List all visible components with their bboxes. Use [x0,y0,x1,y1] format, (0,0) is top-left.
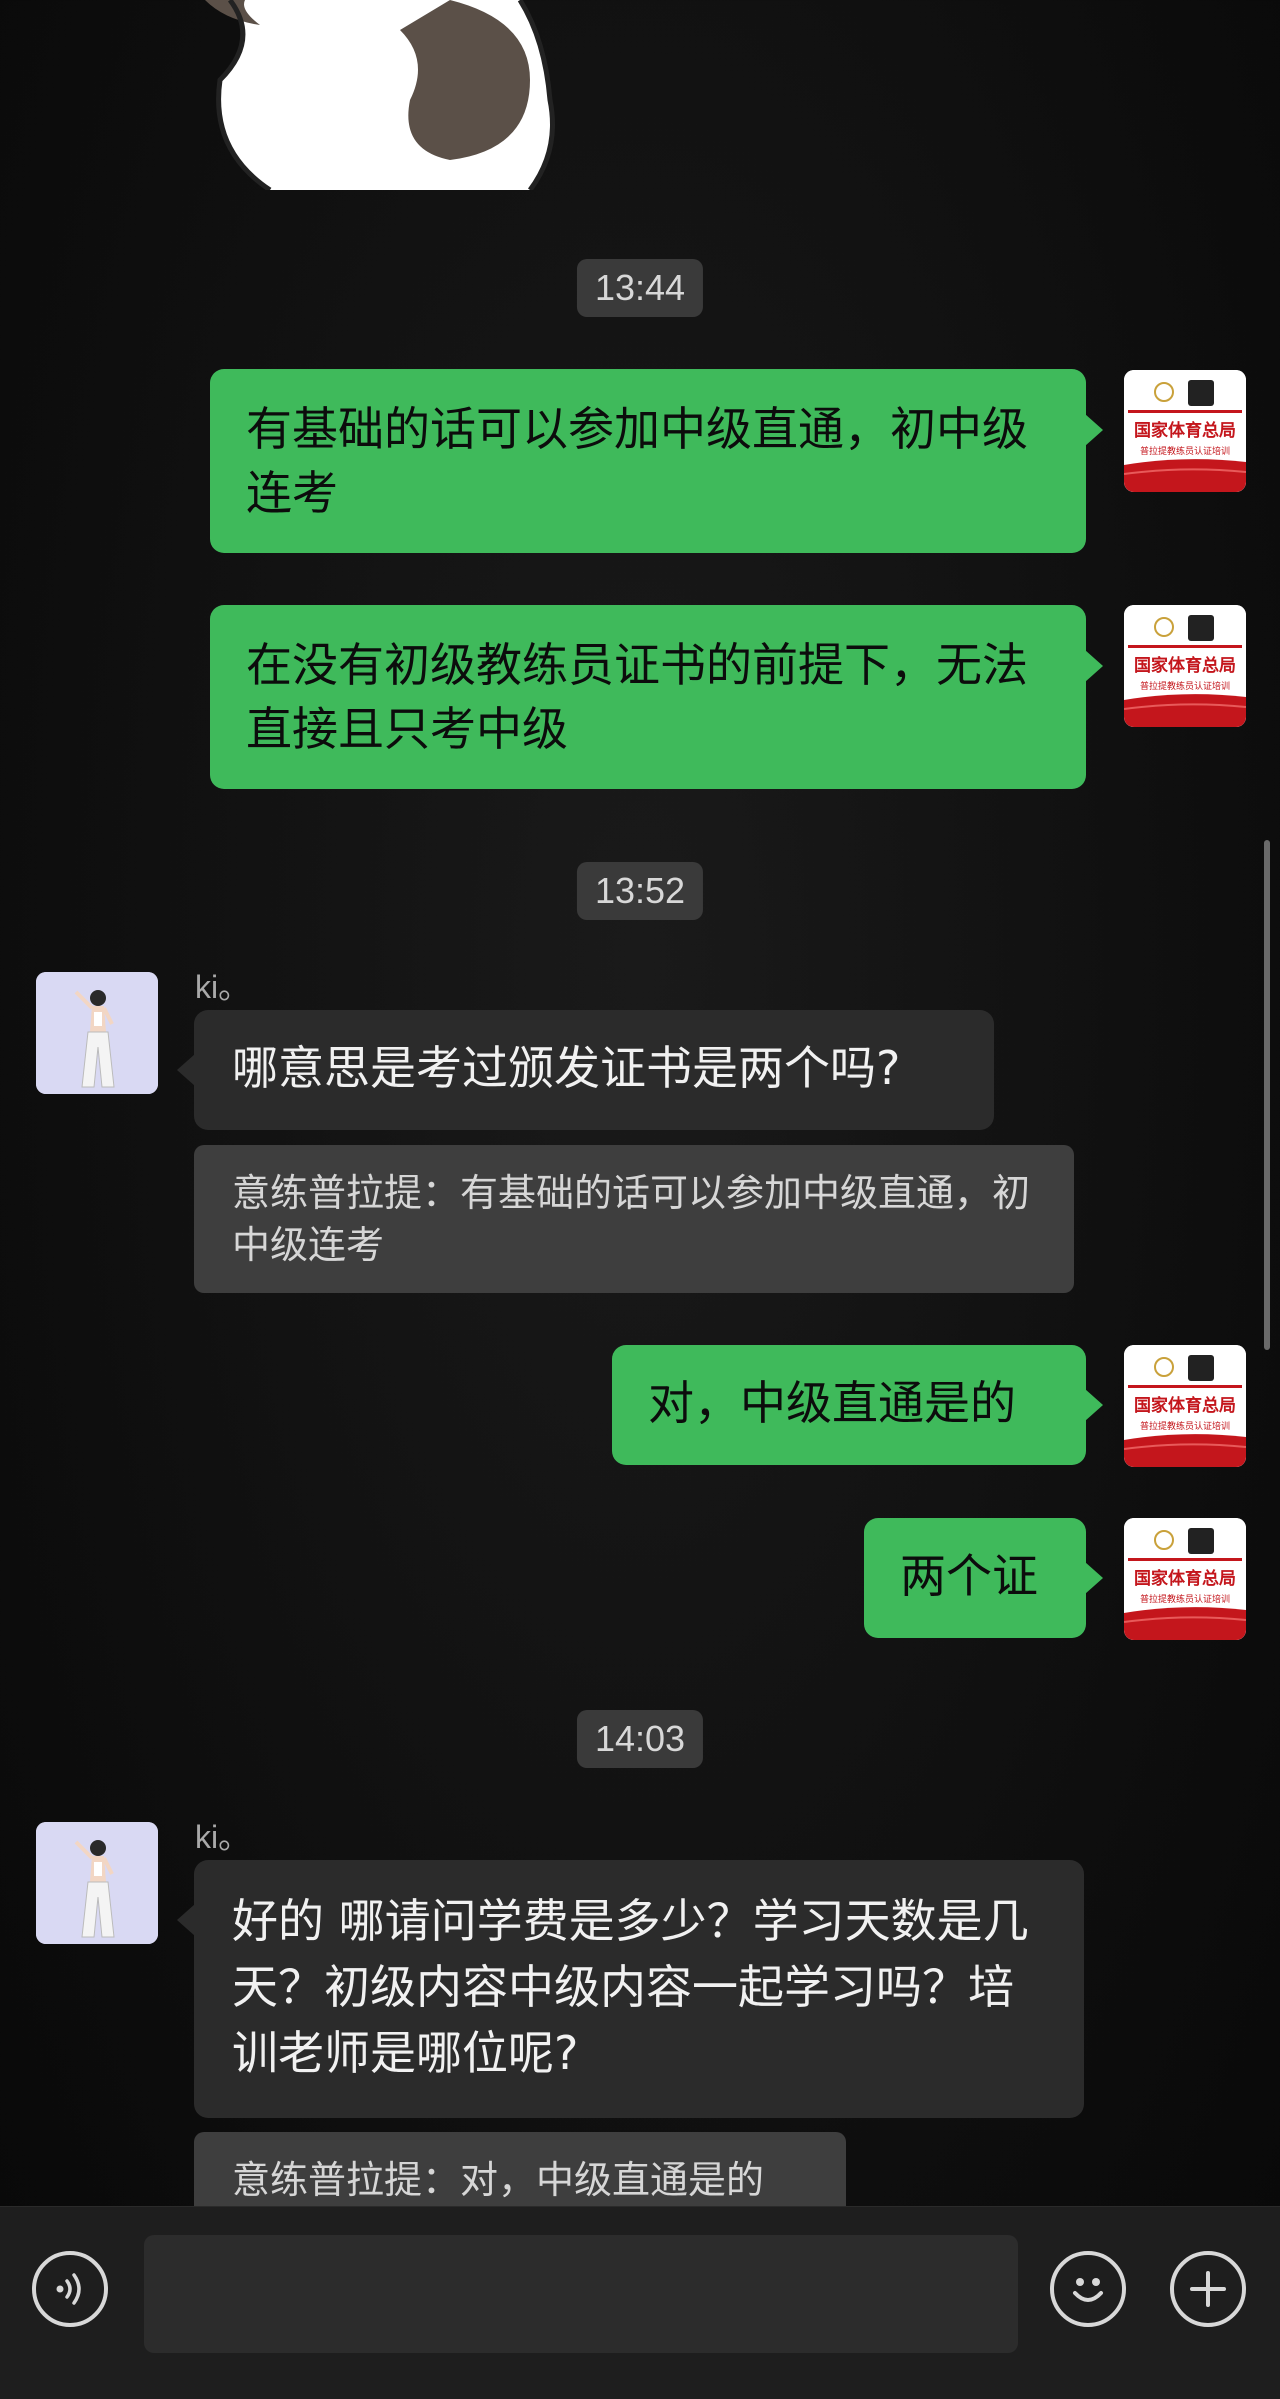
svg-text:国家体育总局: 国家体育总局 [1134,1568,1236,1589]
emoji-button[interactable] [1050,2251,1126,2327]
bubble-tail [1085,1389,1103,1421]
input-bar [0,2206,1280,2399]
timestamp: 13:52 [576,862,704,920]
svg-text:国家体育总局: 国家体育总局 [1134,1395,1236,1416]
svg-text:普拉提教练员认证培训: 普拉提教练员认证培训 [1140,680,1230,692]
message-bubble-outgoing[interactable]: 对，中级直通是的 [612,1345,1086,1465]
user-avatar[interactable] [36,972,158,1094]
org-avatar[interactable]: 国家体育总局 普拉提教练员认证培训 [1124,1518,1246,1640]
user-avatar-image [36,1822,158,1944]
voice-icon [56,2273,81,2305]
user-avatar-image [36,972,158,1094]
svg-text:国家体育总局: 国家体育总局 [1134,420,1236,441]
message-bubble-outgoing[interactable]: 在没有初级教练员证书的前提下，无法直接且只考中级 [210,605,1086,789]
org-logo-icon: 国家体育总局 普拉提教练员认证培训 [1124,605,1246,727]
message-bubble-incoming[interactable]: 好的 哪请问学费是多少？学习天数是几天？初级内容中级内容一起学习吗？培训老师是哪… [194,1860,1084,2118]
message-input[interactable] [144,2235,1018,2353]
bubble-tail [177,1054,195,1086]
svg-text:普拉提教练员认证培训: 普拉提教练员认证培训 [1140,1593,1230,1605]
message-bubble-outgoing[interactable]: 两个证 [864,1518,1086,1638]
plus-button[interactable] [1170,2251,1246,2327]
sticker-image [205,0,555,190]
org-avatar[interactable]: 国家体育总局 普拉提教练员认证培训 [1124,605,1246,727]
sender-name: ki。 [195,1819,251,1855]
org-logo-icon: 国家体育总局 普拉提教练员认证培训 [1124,1345,1246,1467]
quoted-reply[interactable]: 意练普拉提：有基础的话可以参加中级直通，初中级连考 [194,1145,1074,1293]
timestamp: 14:03 [576,1710,704,1768]
emoji-icon [1073,2278,1103,2302]
bubble-tail [1085,650,1103,682]
svg-text:普拉提教练员认证培训: 普拉提教练员认证培训 [1140,1420,1230,1432]
svg-text:普拉提教练员认证培训: 普拉提教练员认证培训 [1140,445,1230,457]
scrollbar[interactable] [1264,840,1270,1350]
plus-icon [1190,2271,1226,2307]
bubble-tail [1085,414,1103,446]
org-logo-icon: 国家体育总局 普拉提教练员认证培训 [1124,370,1246,492]
svg-text:国家体育总局: 国家体育总局 [1134,655,1236,676]
user-avatar[interactable] [36,1822,158,1944]
voice-button[interactable] [32,2251,108,2327]
message-bubble-outgoing[interactable]: 有基础的话可以参加中级直通，初中级连考 [210,369,1086,553]
bubble-tail [1085,1562,1103,1594]
bubble-tail [177,1904,195,1936]
timestamp: 13:44 [576,259,704,317]
org-avatar[interactable]: 国家体育总局 普拉提教练员认证培训 [1124,370,1246,492]
message-bubble-incoming[interactable]: 哪意思是考过颁发证书是两个吗? [194,1010,994,1130]
sender-name: ki。 [195,969,251,1005]
org-avatar[interactable]: 国家体育总局 普拉提教练员认证培训 [1124,1345,1246,1467]
org-logo-icon: 国家体育总局 普拉提教练员认证培训 [1124,1518,1246,1640]
